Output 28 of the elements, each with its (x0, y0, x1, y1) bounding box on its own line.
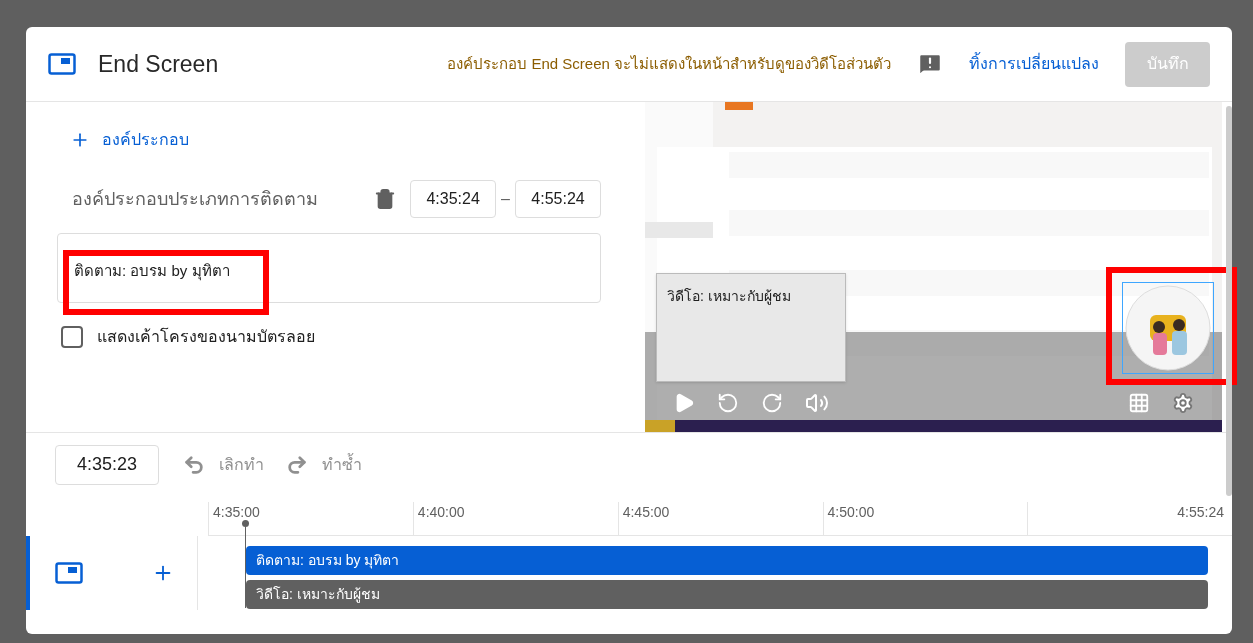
start-time-field[interactable]: 4:35:24 (410, 180, 497, 218)
notice-text: องค์ประกอบ End Screen จะไม่แสดงในหน้าสำหรับดูของวิดีโอส่วนตัว (447, 53, 891, 75)
outline-checkbox[interactable] (61, 326, 83, 348)
end-time-field[interactable]: 4:55:24 (515, 180, 601, 218)
playhead[interactable] (242, 520, 249, 608)
time-tick-label: 4:45:00 (622, 503, 670, 522)
timeline-bar[interactable]: ติดตาม: อบรม by มุทิตา (246, 546, 1208, 575)
delete-icon[interactable] (374, 188, 397, 210)
time-tick-label: 4:40:00 (417, 503, 465, 522)
video-element-card[interactable]: วิดีโอ: เหมาะกับผู้ชม (656, 273, 846, 382)
range-separator: – (501, 189, 510, 209)
add-element-button[interactable]: องค์ประกอบ (70, 128, 189, 152)
element-title: ติดตาม: อบรม by มุทิตา (74, 260, 230, 283)
time-tick-label: 4:50:00 (827, 503, 875, 522)
time-tick-label: 4:55:24 (1177, 503, 1224, 522)
dialog-title: End Screen (98, 49, 219, 79)
current-time-field[interactable]: 4:35:23 (55, 444, 159, 485)
video-card-title: วิดีโอ: เหมาะกับผู้ชม (667, 288, 791, 304)
time-tick-label: 4:35:00 (213, 503, 260, 522)
timeline-bar[interactable]: วิดีโอ: เหมาะกับผู้ชม (246, 580, 1208, 609)
element-type-label: องค์ประกอบประเภทการติดตาม (72, 187, 318, 211)
discard-link[interactable]: ทิ้งการเปลี่ยนแปลง (969, 52, 1099, 76)
settings-icon[interactable] (1172, 392, 1194, 414)
end-screen-icon (48, 53, 76, 75)
scrollbar[interactable] (1226, 106, 1232, 496)
element-title-field[interactable]: ติดตาม: อบรม by มุทิตา (57, 233, 601, 303)
checkbox-label: แสดงเค้าโครงของนามบัตรลอย (97, 326, 315, 347)
end-screen-icon (55, 562, 83, 584)
